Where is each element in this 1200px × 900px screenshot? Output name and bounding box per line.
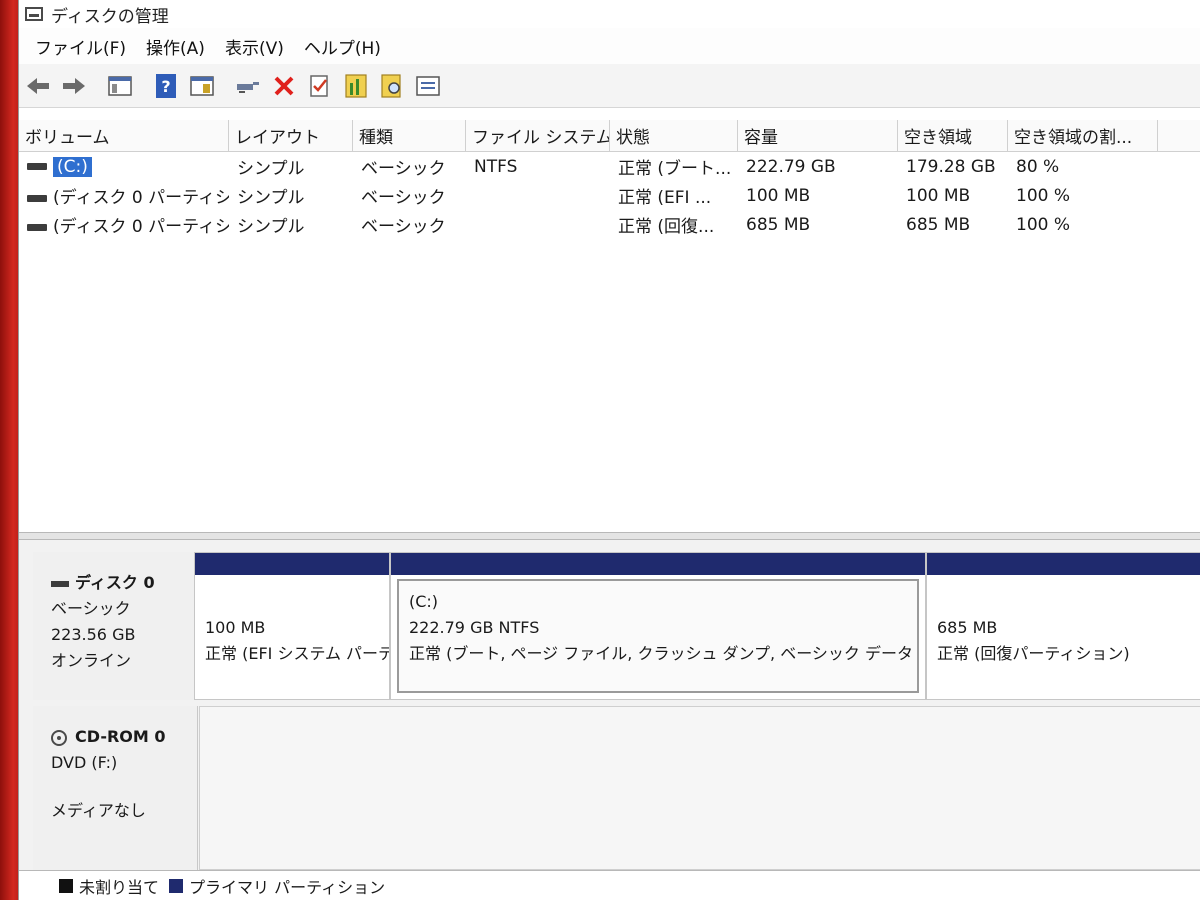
disk-graph-pane: ディスク 0 ベーシック 223.56 GB オンライン 100 MB 正常 (… [19,540,1200,870]
disk-management-window: ディスクの管理 ファイル(F) 操作(A) 表示(V) ヘルプ(H) ? ボリュ… [18,0,1200,900]
partition-size: 222.79 GB NTFS [409,618,540,637]
disk-0-type: ベーシック [51,599,131,618]
partition-title: (C:) [409,592,439,611]
cdrom-0-label[interactable]: CD-ROM 0 DVD (F:) メディアなし [33,706,198,870]
filesystem-cell: NTFS [474,156,518,177]
title-bar: ディスクの管理 [19,0,1200,28]
volume-list: ボリューム レイアウト 種類 ファイル システム 状態 容量 空き領域 空き領域… [19,120,1200,532]
column-header-percent-free[interactable]: 空き領域の割... [1008,120,1158,151]
legend: 未割り当て プライマリ パーティション [19,870,1200,900]
type-cell: ベーシック [361,159,446,179]
menu-bar: ファイル(F) 操作(A) 表示(V) ヘルプ(H) [19,28,1200,64]
connect-disk-icon[interactable] [233,71,263,101]
legend-unallocated: 未割り当て [79,877,160,897]
status-cell: 正常 (EFI ... [618,188,712,208]
back-arrow-icon[interactable] [23,71,53,101]
volume-icon [27,194,47,202]
partition-status: 正常 (回復パーティション) [937,644,1130,663]
status-cell: 正常 (回復... [618,217,715,237]
free-space-cell: 179.28 GB [906,156,996,177]
cdrom-name: CD-ROM 0 [75,727,166,746]
volume-name: (ディスク 0 パーティショ... [53,217,229,237]
delete-icon[interactable] [269,71,299,101]
rescan-disks-icon[interactable] [341,71,371,101]
layout-cell: シンプル [237,188,305,208]
volume-icon [27,223,47,231]
primary-partition-bar [391,553,925,575]
partition-size: 685 MB [937,618,998,637]
disk-management-app-icon [25,7,43,21]
volume-icon [27,163,47,170]
column-header-type[interactable]: 種類 [353,120,466,151]
column-header-layout[interactable]: レイアウト [229,120,353,151]
percent-free-cell: 80 % [1016,156,1060,177]
cdrom-media-status: メディアなし [51,801,146,820]
primary-partition-bar [195,553,389,575]
volume-name-cell: (ディスク 0 パーティショ... [19,212,229,237]
cdrom-name-row: CD-ROM 0 [51,724,197,750]
disk-0-size: 223.56 GB [51,625,136,644]
forward-arrow-icon[interactable] [59,71,89,101]
percent-free-cell: 100 % [1016,185,1071,206]
volume-list-header: ボリューム レイアウト 種類 ファイル システム 状態 容量 空き領域 空き領域… [19,120,1200,152]
menu-view[interactable]: 表示(V) [215,34,294,59]
free-space-cell: 685 MB [906,214,971,235]
disk-0-state: オンライン [51,651,132,670]
status-cell: 正常 (ブート... [618,159,732,179]
refresh-icon[interactable] [413,71,443,101]
recovery-partition[interactable]: 685 MB 正常 (回復パーティション) [926,552,1200,700]
cdrom-0-area[interactable] [199,706,1200,870]
partition-status: 正常 (EFI システム パーティション) [205,644,389,663]
volume-name: (ディスク 0 パーティショ... [53,188,229,208]
primary-partition-swatch [169,878,184,893]
layout-cell: シンプル [237,159,305,179]
layout-cell: シンプル [237,217,305,237]
properties-icon[interactable] [187,71,217,101]
capacity-cell: 685 MB [746,214,811,235]
volume-name: (C:) [53,156,92,177]
partition-size: 100 MB [205,618,266,637]
free-space-cell: 100 MB [906,185,971,206]
capacity-cell: 222.79 GB [746,156,836,177]
menu-file[interactable]: ファイル(F) [25,34,136,59]
primary-partition-bar [927,553,1200,575]
disk-0-label[interactable]: ディスク 0 ベーシック 223.56 GB オンライン [33,552,198,700]
toolbar: ? [19,64,1200,108]
search-volume-icon[interactable] [377,71,407,101]
legend-primary-partition: プライマリ パーティション [189,877,386,897]
menu-help[interactable]: ヘルプ(H) [294,34,391,59]
type-cell: ベーシック [361,217,446,237]
cdrom-type: DVD (F:) [51,753,118,772]
disk-0-name-row: ディスク 0 [51,570,197,596]
column-header-status[interactable]: 状態 [610,120,738,151]
capacity-cell: 100 MB [746,185,811,206]
percent-free-cell: 100 % [1016,214,1071,235]
partition-status: 正常 (ブート, ページ ファイル, クラッシュ ダンプ, ベーシック データ … [409,644,917,663]
show-hide-console-tree-icon[interactable] [105,71,135,101]
column-header-volume[interactable]: ボリューム [19,120,229,151]
volume-row[interactable]: (C:) シンプル ベーシック NTFS 正常 (ブート... 222.79 G… [19,152,1200,181]
column-header-filesystem[interactable]: ファイル システム [466,120,610,151]
help-icon[interactable]: ? [151,71,181,101]
cd-rom-icon [51,729,67,746]
check-icon[interactable] [305,71,335,101]
column-header-capacity[interactable]: 容量 [738,120,898,151]
pane-splitter[interactable] [19,532,1200,540]
selection-frame: (C:) 222.79 GB NTFS 正常 (ブート, ページ ファイル, ク… [397,579,919,693]
hard-disk-icon [51,580,69,587]
window-title: ディスクの管理 [51,6,169,27]
disk-0-name: ディスク 0 [75,573,155,592]
efi-partition[interactable]: 100 MB 正常 (EFI システム パーティション) [194,552,390,700]
svg-text:?: ? [161,77,170,96]
volume-row[interactable]: (ディスク 0 パーティショ... シンプル ベーシック 正常 (回復... 6… [19,210,1200,239]
unallocated-swatch [59,878,73,893]
column-header-free-space[interactable]: 空き領域 [898,120,1008,151]
menu-action[interactable]: 操作(A) [136,34,215,59]
volume-row[interactable]: (ディスク 0 パーティショ... シンプル ベーシック 正常 (EFI ...… [19,181,1200,210]
c-drive-partition[interactable]: (C:) 222.79 GB NTFS 正常 (ブート, ページ ファイル, ク… [390,552,926,700]
volume-name-cell: (C:) [19,156,229,177]
volume-name-cell: (ディスク 0 パーティショ... [19,183,229,208]
type-cell: ベーシック [361,188,446,208]
